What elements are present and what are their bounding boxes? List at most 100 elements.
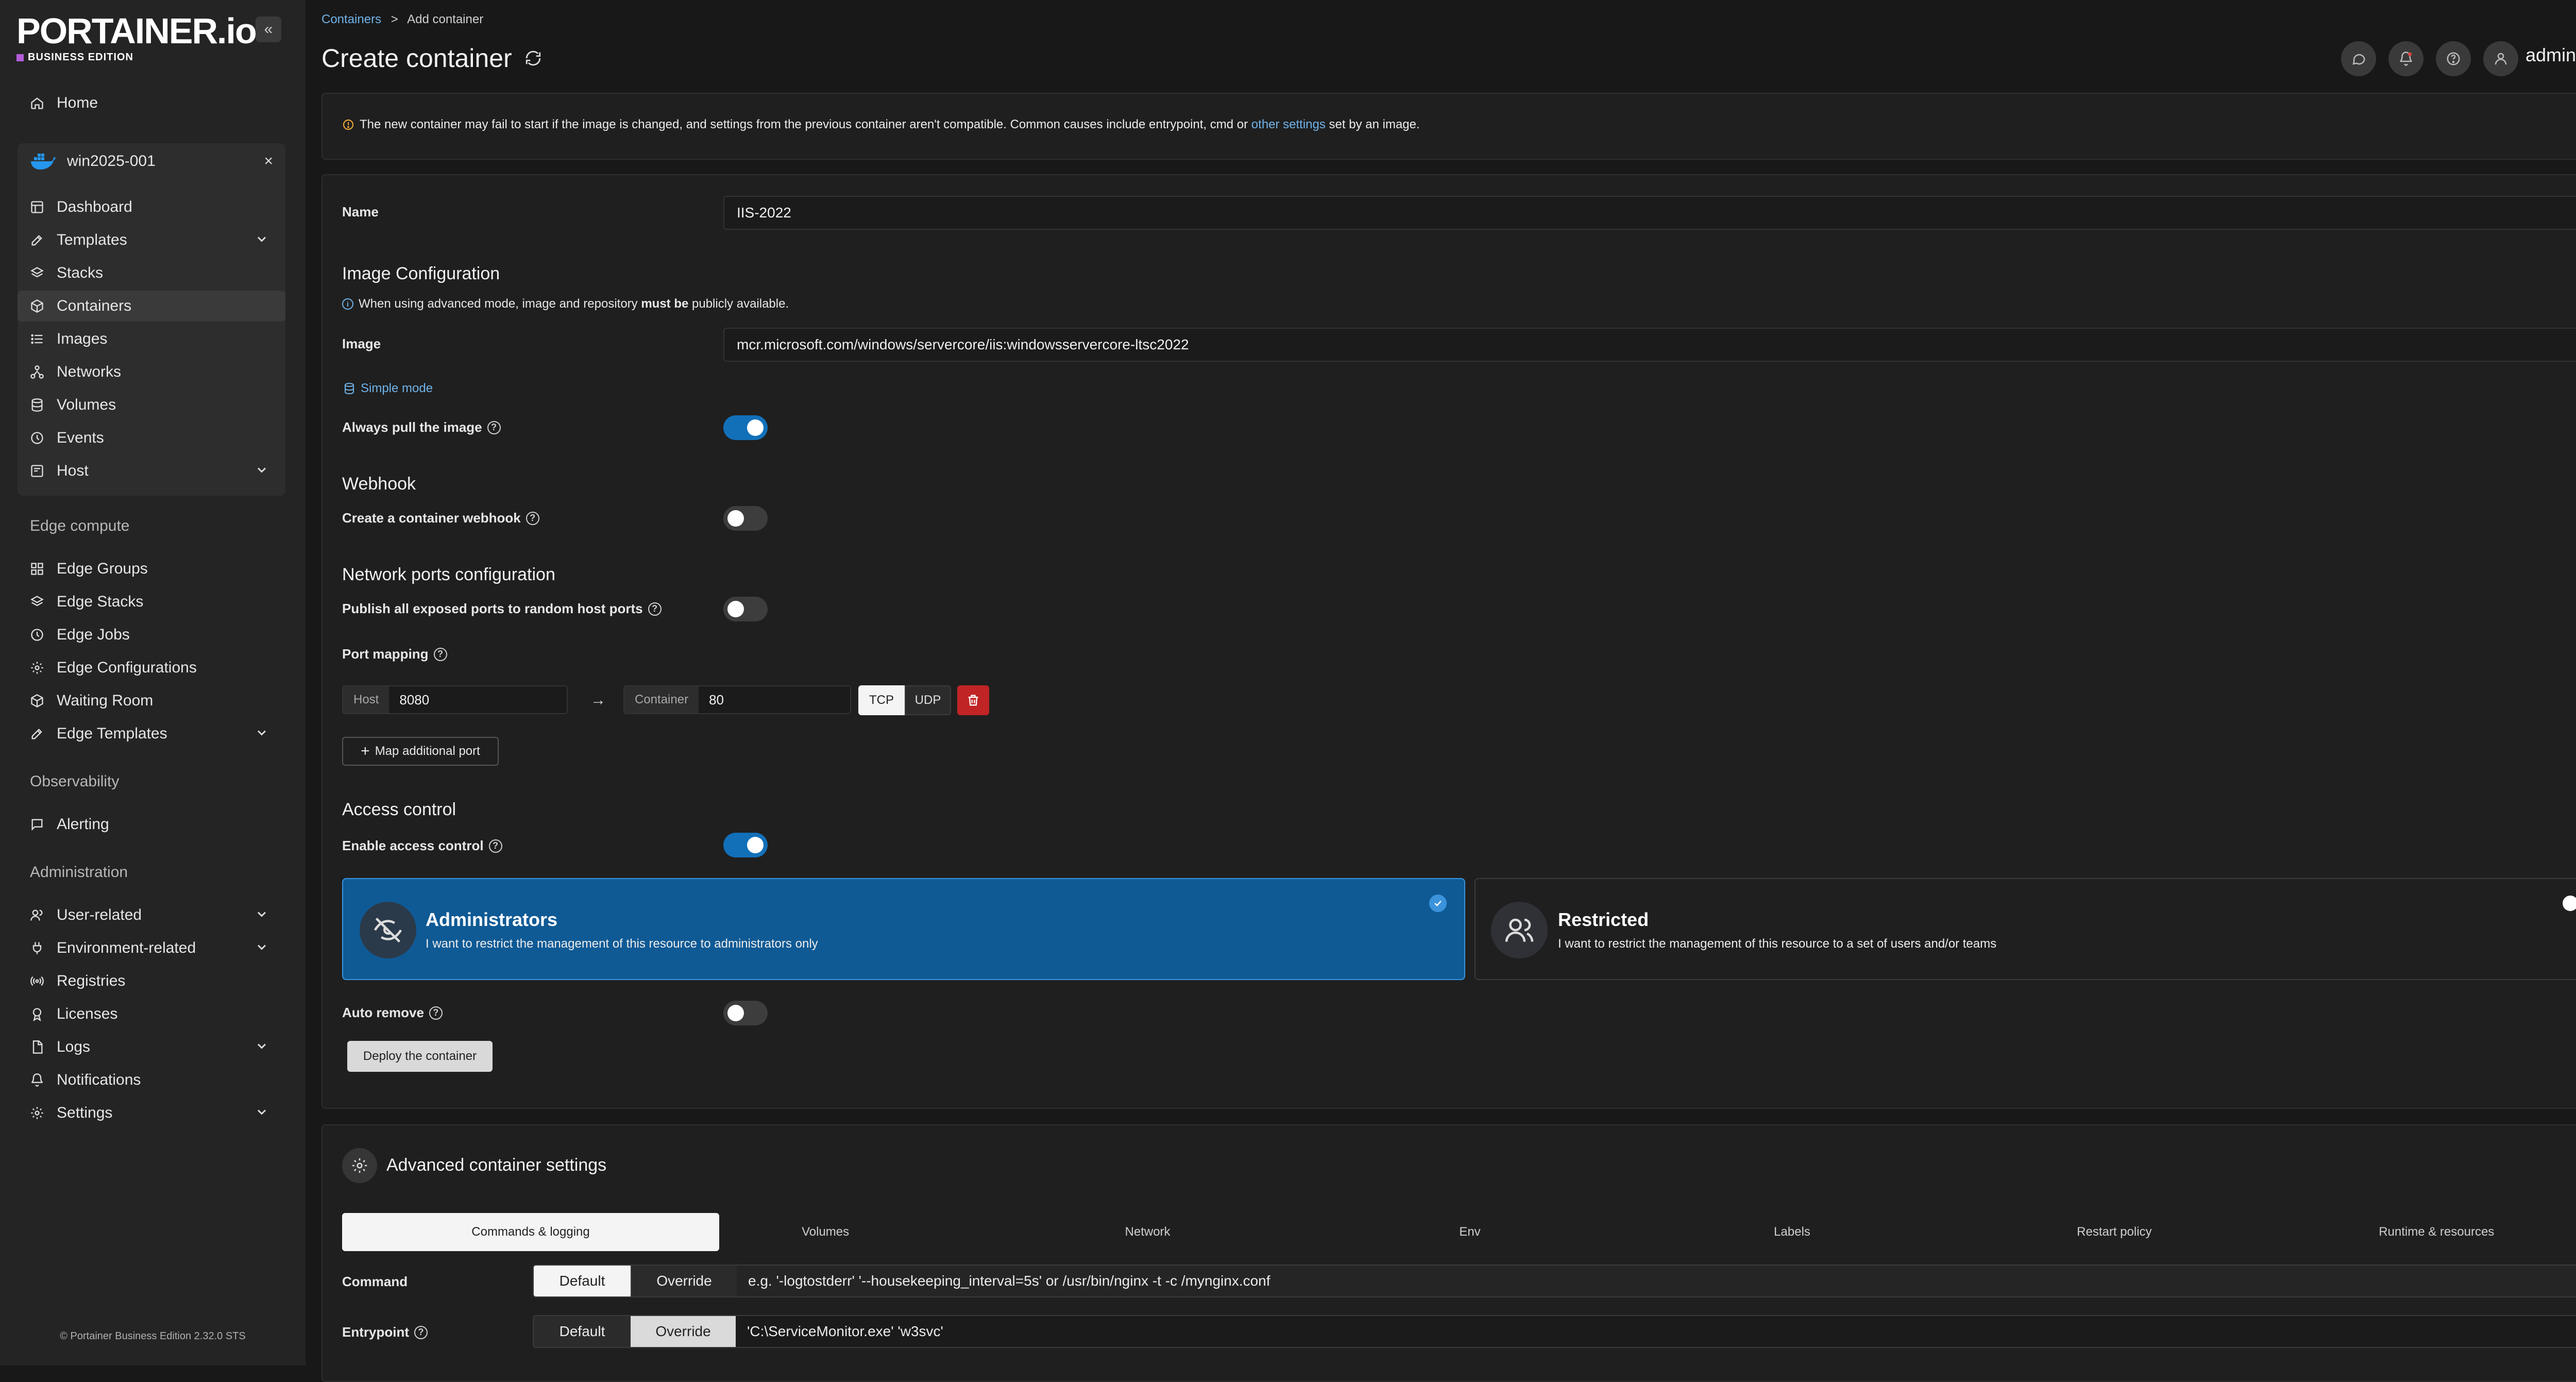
enable-access-toggle[interactable] [723,833,768,857]
sidebar-item-containers[interactable]: Containers [18,291,285,322]
chevron-down-icon[interactable] [255,726,269,740]
sidebar-item-environment-related[interactable]: Environment-related [18,933,285,964]
feedback-button[interactable] [2341,41,2376,76]
image-note-bold: must be [641,297,689,311]
settings-icon [30,661,44,675]
image-input[interactable]: mcr.microsoft.com/windows/servercore/iis… [723,328,2576,362]
chevron-down-icon[interactable] [255,940,269,954]
eye-off-icon [360,902,416,958]
toggle-knob [727,510,744,527]
entrypoint-input[interactable]: 'C:\ServiceMonitor.exe' 'w3svc' [736,1316,2576,1347]
tab-restart-policy[interactable]: Restart policy [1953,1213,2275,1251]
tab-labels[interactable]: Labels [1631,1213,1953,1251]
unselected-radio[interactable] [2563,896,2576,911]
container-addon: Container [624,686,699,713]
chevron-down-icon[interactable] [255,1105,269,1119]
user-name[interactable]: admin [2526,44,2576,66]
tab-env[interactable]: Env [1309,1213,1631,1251]
sidebar-item-host[interactable]: Host [18,456,285,486]
name-input[interactable]: IIS-2022 [723,196,2576,230]
tcp-button[interactable]: TCP [858,685,905,715]
sidebar-item-notifications[interactable]: Notifications [18,1065,285,1096]
help-icon[interactable]: ? [414,1325,428,1339]
list-icon [30,332,44,346]
sidebar-item-licenses[interactable]: Licenses [18,999,285,1030]
tab-volumes[interactable]: Volumes [664,1213,986,1251]
section-heading-edge-compute: Edge compute [30,517,130,534]
remove-port-button[interactable] [957,685,989,715]
warning-message: The new container may fail to start if t… [342,117,1420,132]
chevron-down-icon[interactable] [255,1039,269,1053]
sidebar-item-settings[interactable]: Settings [18,1098,285,1128]
sidebar-item-images[interactable]: Images [18,324,285,355]
tab-commands-logging[interactable]: Commands & logging [342,1213,719,1251]
udp-button[interactable]: UDP [905,685,951,715]
help-icon[interactable]: ? [429,1006,443,1020]
breadcrumb-containers-link[interactable]: Containers [321,12,381,26]
sidebar-item-edge-stacks[interactable]: Edge Stacks [18,586,285,617]
sidebar-item-label: Networks [57,363,122,380]
sidebar-item-home[interactable]: Home [18,88,285,119]
user-avatar[interactable] [2483,41,2518,76]
entrypoint-override-option[interactable]: Override [631,1316,736,1347]
help-icon[interactable]: ? [488,839,502,853]
host-port-input[interactable]: 8080 [389,686,567,713]
sidebar-item-edge-templates[interactable]: Edge Templates [18,718,285,749]
sidebar-item-dashboard[interactable]: Dashboard [18,192,285,223]
restricted-description: I want to restrict the management of thi… [1558,937,1997,951]
sidebar-item-edge-jobs[interactable]: Edge Jobs [18,619,285,650]
help-icon[interactable]: ? [648,602,662,616]
portainer-logo[interactable]: PORTAINER.io [16,10,257,52]
sidebar-item-registries[interactable]: Registries [18,966,285,997]
chevron-down-icon[interactable] [255,463,269,477]
sidebar-item-label: Edge Jobs [57,626,130,643]
command-input[interactable]: e.g. '-logtostderr' '--housekeeping_inte… [737,1266,2576,1296]
tab-runtime-resources[interactable]: Runtime & resources [2276,1213,2576,1251]
port-mapping-text: Port mapping [342,646,429,662]
auto-remove-toggle[interactable] [723,1001,768,1025]
map-additional-port-button[interactable]: + Map additional port [342,737,499,766]
environment-header[interactable]: win2025-001 × [18,143,285,179]
collapse-sidebar-button[interactable]: « [256,16,281,42]
container-port-input[interactable]: 80 [699,686,850,713]
webhook-toggle[interactable] [723,506,768,531]
warning-text-end: set by an image. [1325,117,1420,131]
help-button[interactable] [2436,41,2471,76]
help-icon[interactable]: ? [433,647,447,661]
command-default-option[interactable]: Default [534,1266,631,1296]
sidebar-item-logs[interactable]: Logs [18,1032,285,1063]
simple-mode-link[interactable]: Simple mode [343,381,433,396]
sidebar-item-user-related[interactable]: User-related [18,900,285,931]
entrypoint-default-option[interactable]: Default [534,1316,631,1347]
administrators-option-card[interactable]: Administrators I want to restrict the ma… [342,878,1465,980]
environment-name: win2025-001 [67,153,156,170]
refresh-icon[interactable] [524,49,542,67]
chevron-down-icon[interactable] [255,907,269,921]
tab-network[interactable]: Network [987,1213,1309,1251]
sidebar-item-networks[interactable]: Networks [18,357,285,387]
restricted-option-card[interactable]: Restricted I want to restrict the manage… [1475,878,2576,980]
sidebar-item-stacks[interactable]: Stacks [18,258,285,289]
sidebar-item-edge-configurations[interactable]: Edge Configurations [18,652,285,683]
other-settings-link[interactable]: other settings [1251,117,1326,131]
enable-access-text: Enable access control [342,838,484,853]
always-pull-toggle[interactable] [723,415,768,440]
sidebar-item-alerting[interactable]: Alerting [18,809,285,840]
deploy-container-button[interactable]: Deploy the container [347,1041,493,1072]
dashboard-icon [30,200,44,214]
notifications-button[interactable] [2388,41,2424,76]
sidebar-item-waiting-room[interactable]: Waiting Room [18,685,285,716]
publish-all-toggle[interactable] [723,597,768,621]
server-icon [30,464,44,478]
command-override-option[interactable]: Override [631,1266,737,1296]
help-icon[interactable]: ? [526,511,539,525]
sidebar-item-edge-groups[interactable]: Edge Groups [18,553,285,584]
sidebar-item-events[interactable]: Events [18,423,285,453]
access-control-heading: Access control [342,800,456,819]
help-icon[interactable]: ? [487,420,501,434]
sidebar-item-volumes[interactable]: Volumes [18,390,285,420]
close-environment-button[interactable]: × [264,153,273,170]
chevron-down-icon[interactable] [255,232,269,246]
sidebar-item-templates[interactable]: Templates [18,225,285,256]
help-icon [2446,51,2461,66]
